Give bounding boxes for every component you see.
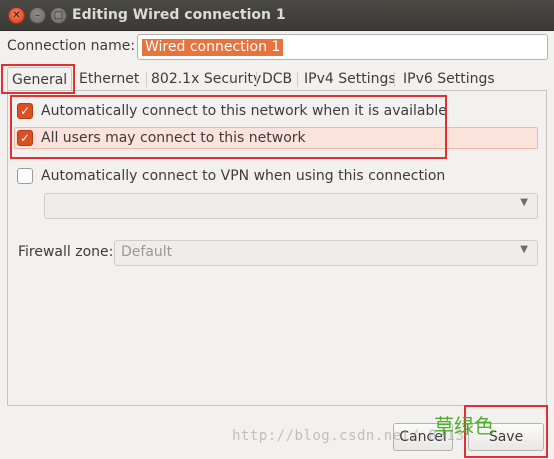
tab-separator	[297, 72, 298, 87]
minimize-icon[interactable]: –	[29, 7, 46, 24]
tab-ipv6-settings[interactable]: IPv6 Settings	[399, 67, 499, 91]
connection-name-label: Connection name:	[7, 38, 136, 54]
tab-separator	[256, 72, 257, 87]
watermark-text: http://blog.csdn.net/ 8313	[232, 428, 465, 444]
annotation-box-checkboxes	[10, 95, 447, 159]
tab-ipv4-settings[interactable]: IPv4 Settings	[300, 67, 400, 91]
firewall-zone-label: Firewall zone:	[18, 244, 114, 260]
vpn-select[interactable]: ▼	[44, 193, 538, 219]
title-bar: ✕ – □ Editing Wired connection 1	[0, 0, 554, 31]
firewall-zone-value: Default	[121, 244, 173, 260]
annotation-note: 草绿色	[434, 414, 494, 438]
firewall-zone-select[interactable]: Default ▼	[114, 240, 538, 266]
connection-name-input[interactable]: Wired connection 1	[137, 34, 548, 60]
close-icon[interactable]: ✕	[8, 7, 25, 24]
chevron-down-icon: ▼	[520, 244, 528, 255]
window-title: Editing Wired connection 1	[72, 7, 286, 23]
tab-ethernet[interactable]: Ethernet	[75, 67, 143, 91]
auto-vpn-label: Automatically connect to VPN when using …	[41, 168, 446, 184]
chevron-down-icon: ▼	[520, 197, 528, 208]
auto-vpn-checkbox[interactable]	[17, 168, 33, 184]
tab-8021x-security[interactable]: 802.1x Security	[147, 67, 265, 91]
connection-name-value: Wired connection 1	[142, 39, 284, 56]
annotation-box-general-tab	[1, 64, 75, 94]
maximize-icon[interactable]: □	[50, 7, 67, 24]
tab-separator	[394, 72, 395, 87]
tab-dcb[interactable]: DCB	[258, 67, 296, 91]
